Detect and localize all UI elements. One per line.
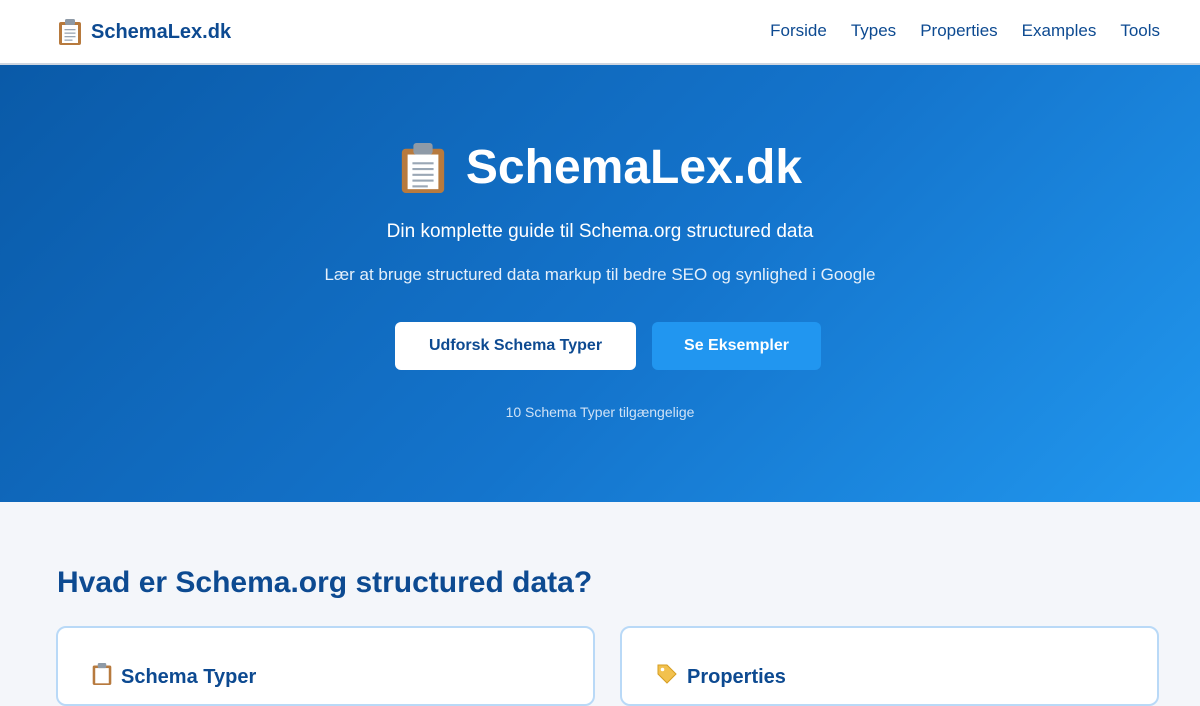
top-navbar: SchemaLex.dk Forside Types Properties Ex… [0, 0, 1200, 65]
tag-icon [655, 662, 679, 692]
explore-schema-types-button[interactable]: Udforsk Schema Typer [395, 322, 636, 370]
card-title-text: Schema Typer [121, 665, 257, 688]
nav-item-tools[interactable]: Tools [1120, 21, 1160, 41]
hero-title-text: SchemaLex.dk [465, 141, 803, 194]
nav-item-types[interactable]: Types [851, 21, 896, 41]
card-title: Schema Typer [91, 662, 256, 692]
main-nav: Forside Types Properties Examples Tools [770, 21, 1160, 41]
nav-item-properties[interactable]: Properties [920, 21, 997, 41]
brand-name: SchemaLex.dk [91, 20, 232, 43]
clipboard-icon [398, 141, 448, 195]
hero-tagline: Lær at bruge structured data markup til … [324, 265, 876, 284]
hero-section: SchemaLex.dk Din komplette guide til Sch… [0, 65, 1200, 502]
hero-subtitle: Din komplette guide til Schema.org struc… [386, 221, 814, 242]
nav-item-examples[interactable]: Examples [1022, 21, 1097, 41]
see-examples-button[interactable]: Se Eksempler [652, 322, 821, 370]
card-title: Properties [655, 662, 786, 692]
schema-types-count: 10 Schema Typer tilgængelige [505, 404, 695, 420]
clipboard-icon [91, 662, 113, 692]
properties-card[interactable]: Properties [620, 626, 1159, 706]
brand-logo-link[interactable]: SchemaLex.dk [57, 18, 231, 46]
hero-title: SchemaLex.dk [0, 140, 1200, 195]
card-title-text: Properties [687, 665, 786, 688]
schema-types-card[interactable]: Schema Typer [56, 626, 595, 706]
nav-item-forside[interactable]: Forside [770, 21, 827, 41]
section-title: Hvad er Schema.org structured data? [57, 566, 593, 599]
clipboard-icon [57, 18, 83, 46]
